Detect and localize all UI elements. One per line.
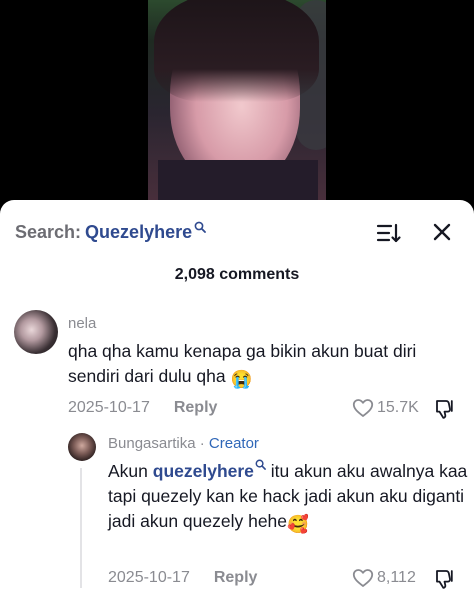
heart-icon[interactable] <box>352 398 374 418</box>
reply-text: Akun quezelyhere itu akun aku awalnya ka… <box>108 459 468 537</box>
search-prefix: Search: <box>15 221 82 242</box>
reply-date: 2025-10-17 <box>108 569 190 586</box>
reply-prefix: Akun <box>108 461 153 481</box>
comment-username[interactable]: nela <box>68 315 96 332</box>
comment-meta: 2025-10-17 Reply <box>68 399 217 417</box>
mention-link[interactable]: quezelyhere <box>153 461 254 481</box>
dislike-icon[interactable] <box>434 568 456 590</box>
creator-separator: · <box>195 435 209 452</box>
like-button[interactable]: 8,112 <box>352 568 416 588</box>
like-count: 15.7K <box>377 399 419 416</box>
search-icon[interactable] <box>194 221 207 233</box>
reply-avatar[interactable] <box>68 433 96 461</box>
crying-emoji: 😭 <box>230 369 253 389</box>
video-hair-shape <box>154 0 319 102</box>
reply-button[interactable]: Reply <box>214 569 258 587</box>
comments-count: 2,098 comments <box>174 266 300 283</box>
thread-line <box>80 468 82 588</box>
video-player[interactable] <box>0 0 474 210</box>
smiling-hearts-emoji: 🥰 <box>287 514 309 534</box>
comment-date: 2025-10-17 <box>68 399 150 416</box>
reply-button[interactable]: Reply <box>174 399 218 417</box>
reply-username-row: Bungasartika · Creator <box>108 435 259 452</box>
reply-username[interactable]: Bungasartika <box>108 435 196 452</box>
video-thumbnail[interactable] <box>148 0 326 205</box>
comment-text: qha qha kamu kenapa ga bikin akun buat d… <box>68 339 463 392</box>
reply-meta: 2025-10-17 Reply <box>108 569 257 587</box>
close-icon[interactable] <box>432 222 452 242</box>
search-header[interactable]: Search: Quezelyhere <box>15 220 207 244</box>
like-button[interactable]: 15.7K <box>352 398 419 418</box>
like-count: 8,112 <box>377 569 416 586</box>
comments-sheet: Search: Quezelyhere 2,098 comments nela … <box>0 200 474 592</box>
avatar[interactable] <box>14 310 58 354</box>
sort-icon[interactable] <box>376 222 402 244</box>
creator-badge: Creator <box>208 435 259 452</box>
dislike-icon[interactable] <box>434 398 456 420</box>
search-icon[interactable] <box>255 459 266 471</box>
video-shirt-shape <box>158 160 318 205</box>
heart-icon[interactable] <box>352 568 374 588</box>
search-term-link[interactable]: Quezelyhere <box>85 222 192 243</box>
